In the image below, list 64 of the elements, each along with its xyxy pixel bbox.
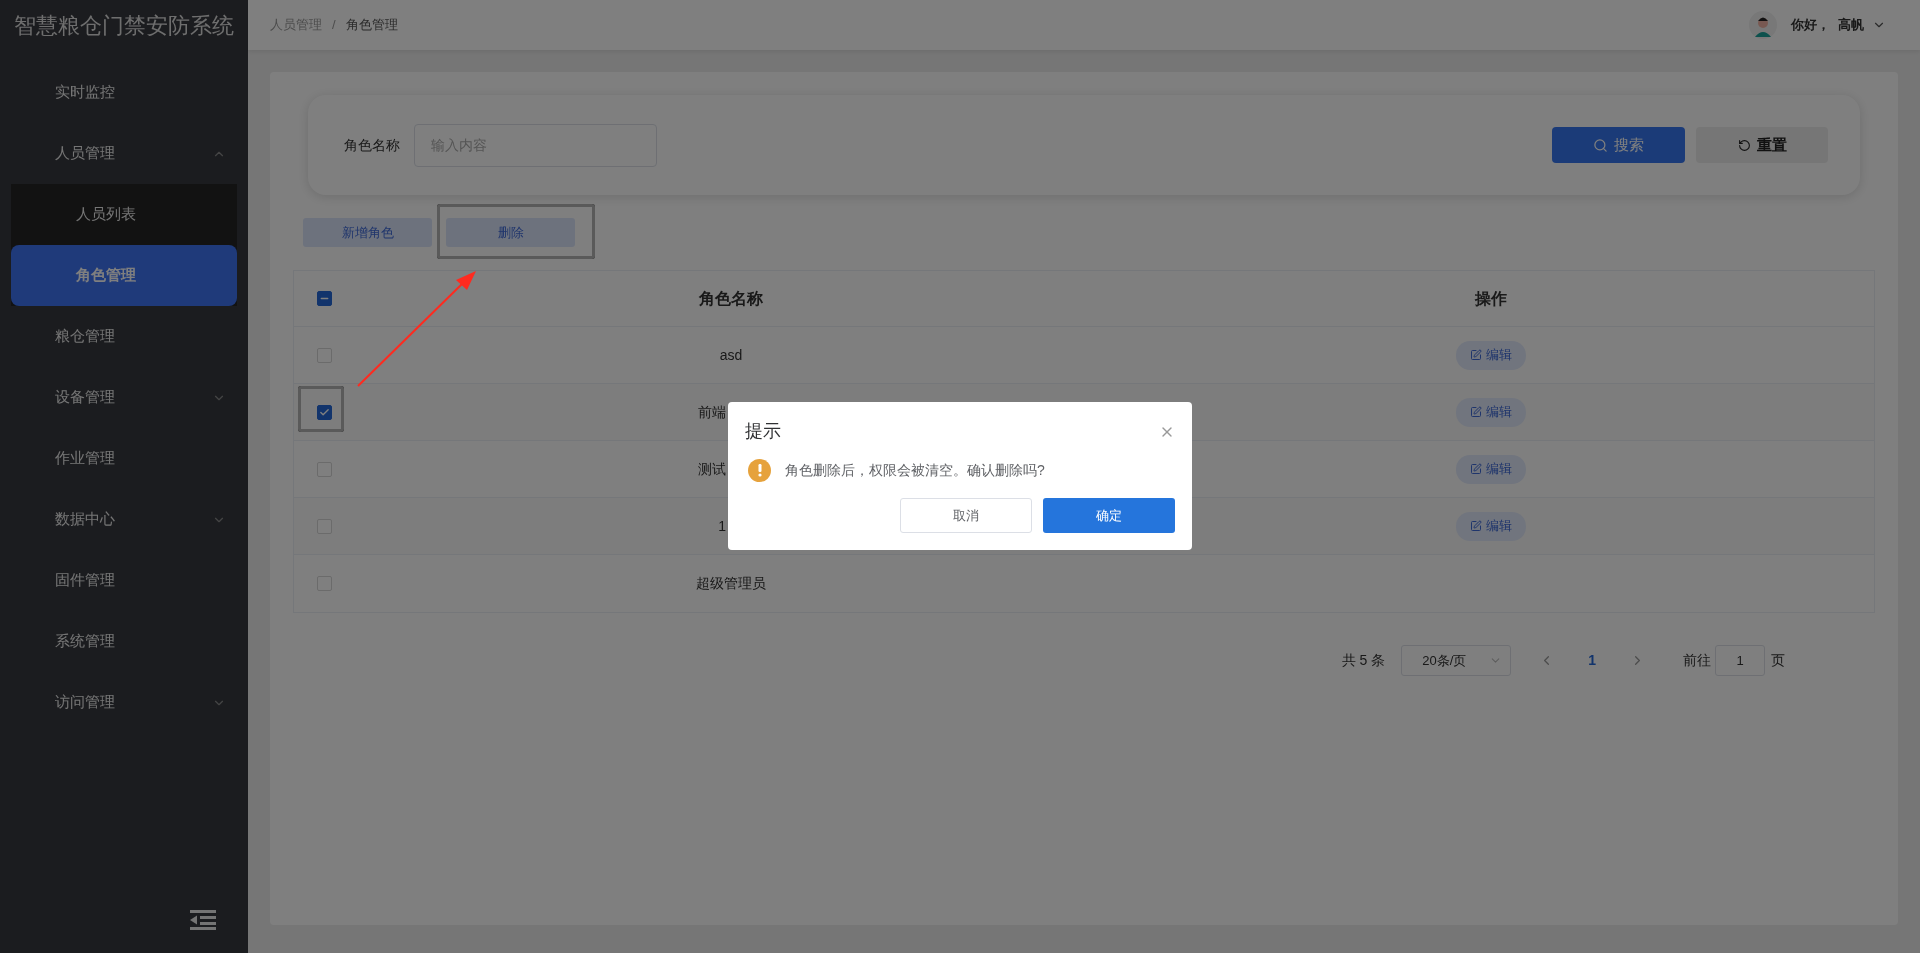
menu-label: 系统管理: [55, 631, 115, 652]
highlight-frame: [298, 386, 344, 432]
edit-icon: [1470, 349, 1482, 361]
column-header: 角色名称: [698, 288, 764, 309]
menu-item[interactable]: 设备管理: [0, 367, 248, 428]
table-cell: 1: [718, 517, 726, 534]
avatar[interactable]: [1749, 11, 1777, 39]
page-input[interactable]: 1: [1715, 645, 1765, 676]
delete-button[interactable]: 删除: [446, 218, 575, 247]
check-icon: [318, 406, 330, 418]
edit-button[interactable]: 编辑: [1456, 397, 1526, 427]
goto-label: 前往: [1683, 651, 1711, 670]
app-title: 智慧粮仓门禁安防系统: [13, 11, 235, 40]
table-cell: 超级管理员: [696, 575, 766, 591]
edit-button[interactable]: 编辑: [1456, 340, 1526, 370]
user-greeting: 你好，: [1791, 16, 1830, 35]
breadcrumb-item: 角色管理: [345, 16, 398, 35]
dialog-title: 提示: [745, 420, 781, 443]
dialog-message: 角色删除后，权限会被清空。确认删除吗?: [785, 461, 1045, 480]
menu-item[interactable]: 作业管理: [0, 428, 248, 489]
collapse-menu-icon[interactable]: [190, 909, 216, 931]
menu-item[interactable]: 人员管理: [0, 123, 248, 184]
page-number[interactable]: 1: [1588, 650, 1596, 671]
menu-label: 作业管理: [55, 448, 115, 469]
menu-label: 访问管理: [55, 692, 115, 713]
menu-label: 设备管理: [55, 387, 115, 408]
add-role-button[interactable]: 新增角色: [303, 218, 432, 247]
menu-item[interactable]: 数据中心: [0, 489, 248, 550]
reset-icon: [1737, 138, 1751, 152]
menu-label: 粮仓管理: [55, 326, 115, 347]
table-cell: asd: [719, 346, 743, 363]
edit-icon: [1470, 463, 1482, 475]
total-count: 共 5 条: [1341, 651, 1386, 670]
checkbox[interactable]: [316, 291, 332, 306]
edit-icon: [1470, 520, 1482, 532]
field-label: 角色名称: [344, 135, 400, 155]
menu-item[interactable]: 固件管理: [0, 550, 248, 611]
menu-item[interactable]: 系统管理: [0, 611, 248, 672]
menu-label: 固件管理: [55, 570, 115, 591]
confirm-button[interactable]: 确定: [1043, 498, 1175, 533]
cancel-button[interactable]: 取消: [900, 498, 1032, 533]
search-button[interactable]: 搜索: [1552, 127, 1685, 163]
user-name[interactable]: 高帆: [1838, 15, 1864, 35]
search-icon: [1593, 137, 1608, 153]
table-cell: 测试: [698, 460, 726, 477]
edit-button[interactable]: 编辑: [1456, 454, 1526, 484]
menu-label: 人员管理: [55, 143, 115, 164]
submenu-item[interactable]: 人员列表: [11, 184, 237, 245]
breadcrumb-item: /: [332, 16, 336, 35]
submenu-item[interactable]: 角色管理: [11, 245, 237, 306]
menu-item[interactable]: 实时监控: [0, 62, 248, 123]
menu-label: 数据中心: [55, 509, 115, 530]
menu-item[interactable]: 粮仓管理: [0, 306, 248, 367]
edit-icon: [1470, 406, 1482, 418]
table-cell: 前端: [698, 403, 726, 420]
reset-button[interactable]: 重置: [1696, 127, 1828, 163]
menu-label: 实时监控: [55, 82, 115, 103]
menu-item[interactable]: 访问管理: [0, 672, 248, 733]
edit-button[interactable]: 编辑: [1456, 511, 1526, 541]
goto-suffix: 页: [1771, 651, 1785, 670]
page-size-select[interactable]: 20条/页: [1401, 645, 1512, 676]
checkbox[interactable]: [316, 404, 332, 420]
warning-icon: [748, 459, 771, 482]
column-header: 操作: [1473, 288, 1508, 309]
